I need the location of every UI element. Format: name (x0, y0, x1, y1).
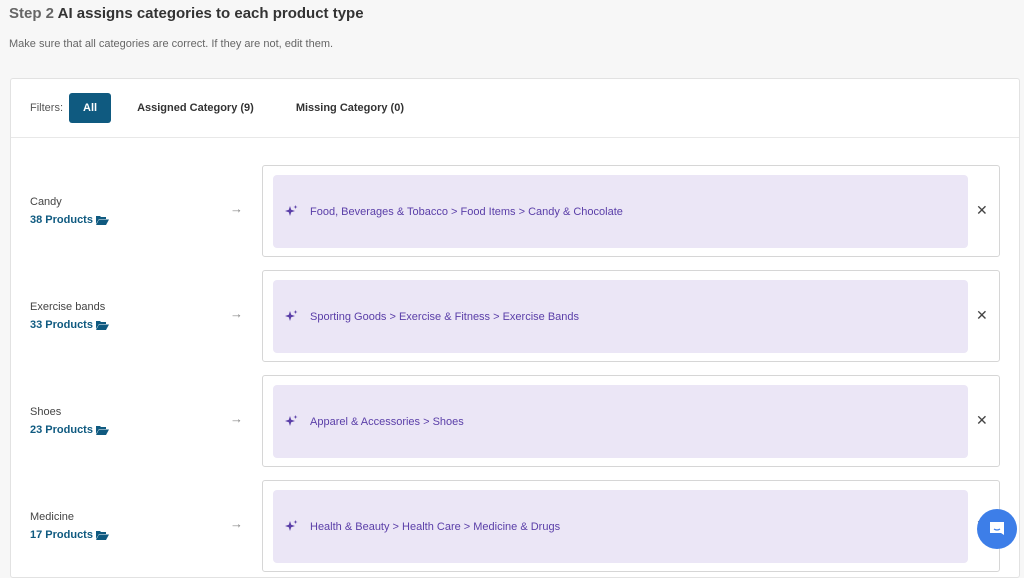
category-value[interactable]: Sporting Goods > Exercise & Fitness > Ex… (273, 280, 968, 353)
filter-all[interactable]: All (69, 93, 112, 123)
category-field: Food, Beverages & Tobacco > Food Items >… (262, 165, 1000, 257)
folder-open-icon (95, 426, 109, 435)
categories-card: Filters: All Assigned Category (9) Missi… (10, 78, 1020, 578)
product-count-link[interactable]: 17 Products (30, 529, 109, 541)
filters-label: Filters: (30, 102, 63, 114)
table-row: Exercise bands 33 Products → Sporting Go… (11, 270, 1021, 362)
table-row: Shoes 23 Products → Apparel & Accessorie… (11, 375, 1021, 467)
page-subtitle: Make sure that all categories are correc… (9, 38, 334, 50)
table-row: Candy 38 Products → Food, Beverages & To… (11, 165, 1021, 257)
product-count-link[interactable]: 23 Products (30, 424, 109, 436)
folder-open-icon (95, 216, 109, 225)
close-icon[interactable]: ✕ (976, 412, 988, 429)
filters-bar: Filters: All Assigned Category (9) Missi… (11, 79, 1019, 138)
sparkle-icon (285, 205, 298, 216)
arrow-right-icon: → (230, 411, 243, 426)
page-title: Step 2 AI assigns categories to each pro… (9, 5, 364, 22)
product-type: Shoes (30, 406, 62, 418)
category-field: Sporting Goods > Exercise & Fitness > Ex… (262, 270, 1000, 362)
folder-open-icon (95, 531, 109, 540)
arrow-right-icon: → (230, 516, 243, 531)
sparkle-icon (285, 415, 298, 426)
chat-button[interactable] (977, 509, 1017, 549)
table-row: Medicine 17 Products → Health & Beauty >… (11, 480, 1021, 572)
arrow-right-icon: → (230, 306, 243, 321)
product-type: Medicine (30, 511, 75, 523)
category-value[interactable]: Apparel & Accessories > Shoes (273, 385, 968, 458)
sparkle-icon (285, 310, 298, 321)
close-icon[interactable]: ✕ (976, 307, 988, 324)
chat-icon (990, 522, 1004, 535)
sparkle-icon (285, 520, 298, 531)
filter-assigned[interactable]: Assigned Category (9) (123, 93, 268, 123)
category-value[interactable]: Food, Beverages & Tobacco > Food Items >… (273, 175, 968, 248)
close-icon[interactable]: ✕ (976, 202, 988, 219)
category-value[interactable]: Health & Beauty > Health Care > Medicine… (273, 490, 968, 563)
arrow-right-icon: → (230, 201, 243, 216)
product-count-link[interactable]: 33 Products (30, 319, 109, 331)
filter-missing[interactable]: Missing Category (0) (282, 93, 418, 123)
product-type: Candy (30, 196, 62, 208)
product-type: Exercise bands (30, 301, 106, 313)
product-count-link[interactable]: 38 Products (30, 214, 109, 226)
category-field: Apparel & Accessories > Shoes ✕ (262, 375, 1000, 467)
folder-open-icon (95, 321, 109, 330)
category-field: Health & Beauty > Health Care > Medicine… (262, 480, 1000, 572)
